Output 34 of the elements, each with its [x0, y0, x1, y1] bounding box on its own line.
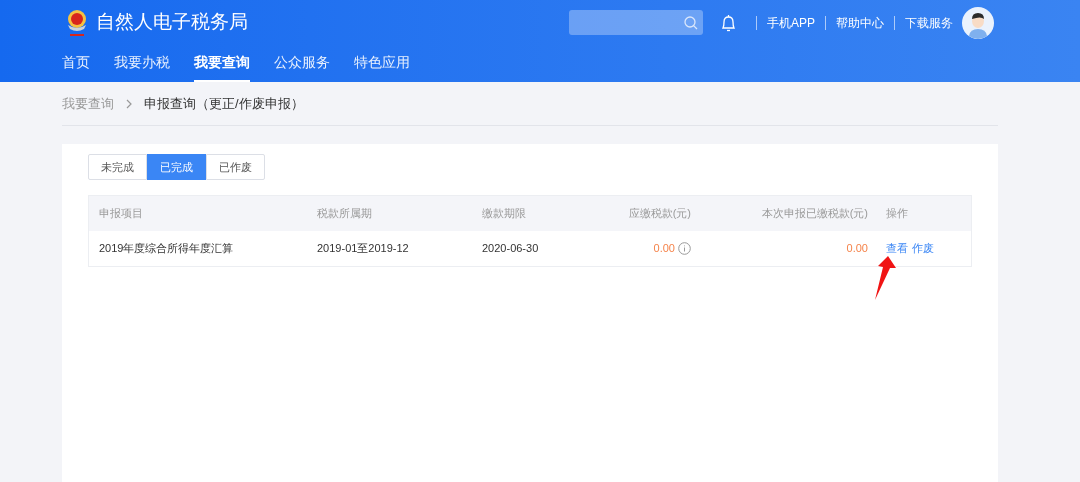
breadcrumb-link[interactable]: 我要查询 — [62, 93, 114, 114]
nav-tab[interactable]: 我要办税 — [114, 45, 170, 82]
nav-tab[interactable]: 我要查询 — [194, 45, 250, 82]
nav-tab[interactable]: 首页 — [62, 45, 90, 82]
table-cell-text: 2019年度综合所得年度汇算 — [99, 241, 234, 257]
chevron-icon — [126, 98, 132, 109]
column-header: 应缴税款(元) — [628, 206, 691, 222]
header-link[interactable]: 帮助中心 — [836, 13, 884, 32]
table-cell-text: 2020-06-30 — [482, 241, 539, 257]
breadcrumb-current: 申报查询（更正/作废申报） — [144, 94, 304, 113]
search-icon — [684, 15, 698, 30]
table-cell-text: 0.00 — [846, 241, 868, 257]
avatar[interactable] — [962, 6, 994, 39]
action-link[interactable]: 查看 — [886, 240, 908, 257]
bell-icon[interactable] — [721, 13, 736, 32]
table-cell-text: 2019-01至2019-12 — [317, 241, 409, 257]
search-field[interactable] — [569, 10, 703, 35]
action-link[interactable]: 作废 — [912, 240, 934, 257]
status-tab[interactable]: 未完成 — [88, 154, 147, 180]
site-title: 自然人电子税务局 — [96, 10, 248, 35]
nav-tab[interactable]: 公众服务 — [274, 45, 330, 82]
nav-tab[interactable]: 特色应用 — [354, 45, 410, 82]
status-tab[interactable]: 已完成 — [147, 154, 206, 180]
info-icon[interactable] — [678, 242, 691, 255]
column-header: 本次申报已缴税款(元) — [761, 206, 868, 222]
arrow-annotation — [872, 256, 896, 300]
header-link[interactable]: 下载服务 — [905, 13, 953, 32]
header-link[interactable]: 手机APP — [767, 13, 815, 32]
table-cell-text: 0.00 — [653, 241, 675, 257]
status-tab[interactable]: 已作废 — [206, 154, 265, 180]
column-header: 税款所属期 — [317, 206, 372, 222]
column-header: 申报项目 — [99, 206, 143, 222]
column-header: 操作 — [886, 206, 908, 222]
column-header: 缴款期限 — [482, 206, 526, 222]
